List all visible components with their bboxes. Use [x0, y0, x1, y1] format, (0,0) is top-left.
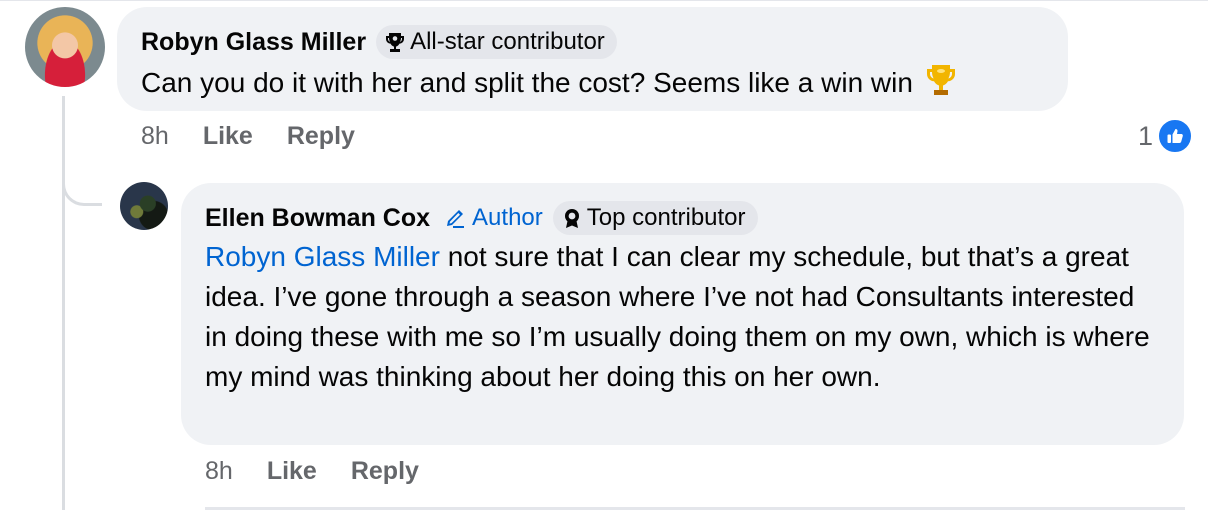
pencil-icon	[447, 210, 465, 228]
author-tag: Author	[444, 204, 543, 232]
mention-link[interactable]: Robyn Glass Miller	[205, 241, 440, 272]
like-button[interactable]: Like	[203, 122, 253, 151]
thread-connector	[62, 150, 102, 206]
comment-text: Can you do it with her and split the cos…	[141, 62, 1044, 109]
reaction-count: 1	[1138, 120, 1154, 151]
trophy-emoji-icon	[923, 62, 959, 109]
avatar[interactable]	[120, 182, 168, 230]
avatar[interactable]	[25, 7, 105, 87]
comment-author-name[interactable]: Robyn Glass Miller	[141, 28, 366, 57]
top-divider	[0, 0, 1208, 1]
like-button[interactable]: Like	[267, 457, 317, 486]
comment-text: Robyn Glass Miller not sure that I can c…	[205, 237, 1160, 397]
like-reaction-icon	[1157, 118, 1194, 154]
reaction-summary[interactable]: 1	[1138, 118, 1194, 154]
comment-timestamp[interactable]: 8h	[141, 122, 169, 151]
badge-label: Top contributor	[586, 204, 746, 231]
rosette-badge-icon	[564, 209, 579, 228]
badge-label: All-star contributor	[410, 28, 605, 55]
comment-actions: 8h Like Reply	[141, 122, 389, 151]
contributor-badge[interactable]: Top contributor	[552, 201, 758, 235]
comment-author-name[interactable]: Ellen Bowman Cox	[205, 204, 430, 233]
comment-timestamp[interactable]: 8h	[205, 457, 233, 486]
comment-body: Can you do it with her and split the cos…	[141, 67, 913, 98]
author-tag-label: Author	[472, 204, 543, 231]
comment-actions: 8h Like Reply	[205, 457, 453, 486]
comment-header: Robyn Glass Miller All-star contributor	[141, 25, 1044, 59]
contributor-badge[interactable]: All-star contributor	[376, 25, 617, 59]
reply-button[interactable]: Reply	[351, 457, 419, 486]
reply-button[interactable]: Reply	[287, 122, 355, 151]
comment-header: Ellen Bowman Cox Author Top contributor	[205, 201, 1160, 235]
reply-bubble: Ellen Bowman Cox Author Top contributor …	[181, 183, 1184, 445]
comment-bubble: Robyn Glass Miller All-star contributor …	[117, 7, 1068, 111]
trophy-badge-icon	[386, 33, 405, 52]
